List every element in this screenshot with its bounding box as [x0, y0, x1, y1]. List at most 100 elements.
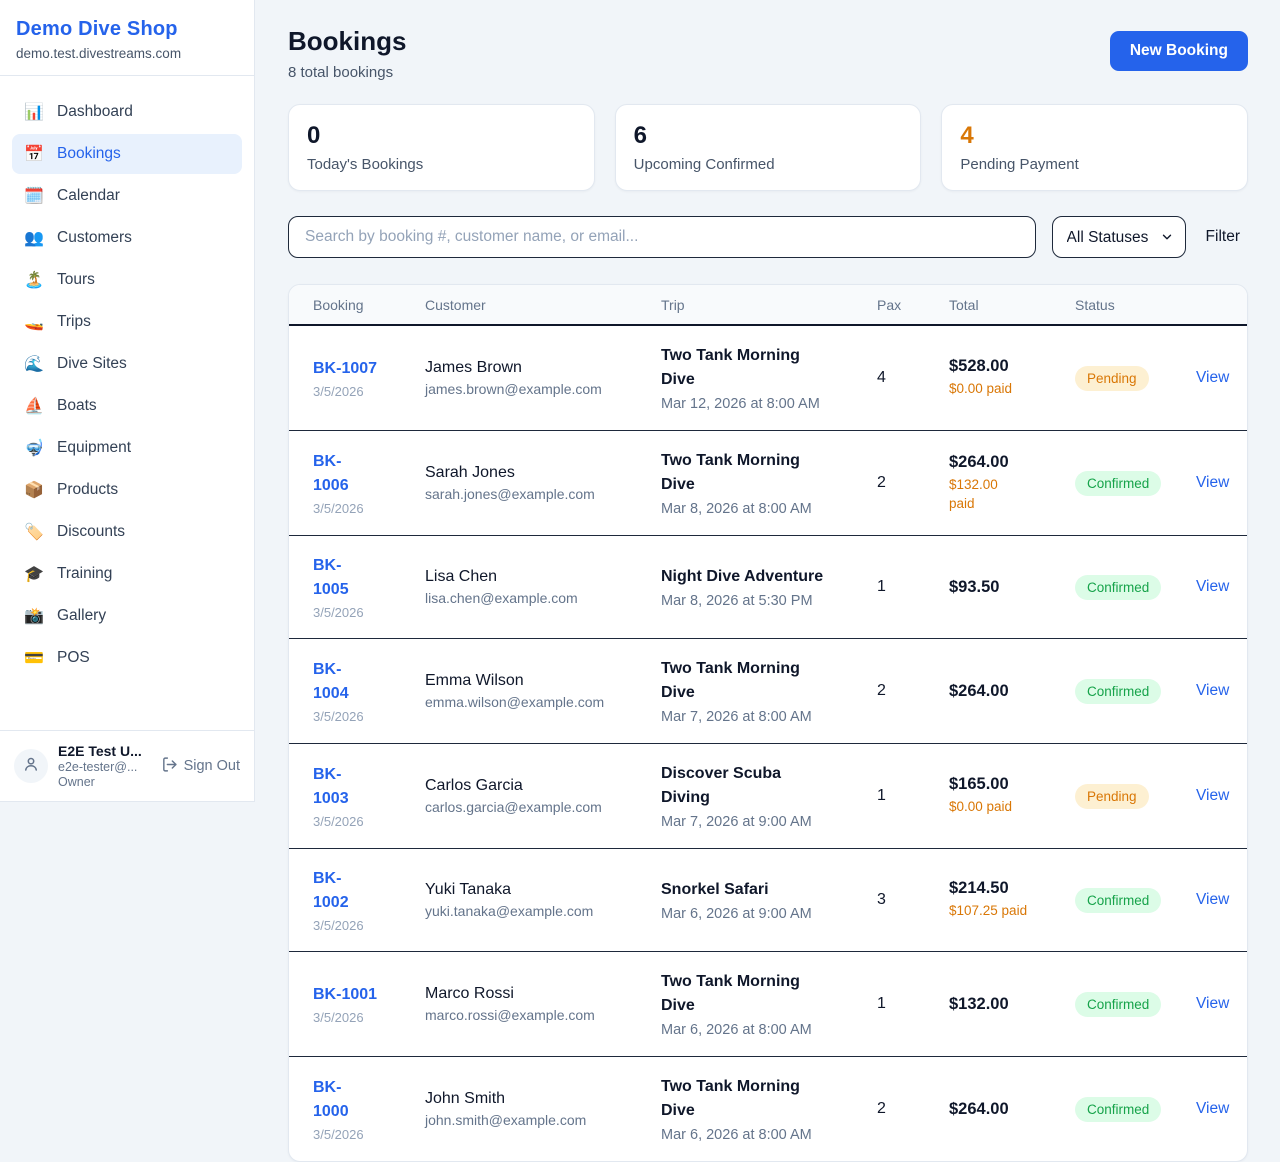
- table-row: BK- 1006 3/5/2026 Sarah Jones sarah.jone…: [289, 431, 1247, 536]
- booking-date: 3/5/2026: [313, 501, 425, 516]
- customer-name: Lisa Chen: [425, 568, 661, 586]
- search-input[interactable]: [288, 216, 1036, 258]
- view-link[interactable]: View: [1196, 578, 1229, 595]
- sidebar-item-equipment[interactable]: 🤿 Equipment: [12, 428, 242, 468]
- sidebar-item-label: Bookings: [57, 145, 121, 163]
- cell-booking: BK- 1000 3/5/2026: [313, 1076, 425, 1142]
- cell-actions: View: [1196, 891, 1231, 909]
- sidebar-item-products[interactable]: 📦 Products: [12, 470, 242, 510]
- cell-trip: Discover Scuba Diving Mar 7, 2026 at 9:0…: [661, 762, 877, 830]
- cell-total: $264.00: [949, 682, 1075, 701]
- booking-id-link[interactable]: BK-1001: [313, 983, 377, 1007]
- cell-status: Confirmed: [1075, 471, 1196, 496]
- cell-status: Confirmed: [1075, 1097, 1196, 1122]
- sidebar-item-customers[interactable]: 👥 Customers: [12, 218, 242, 258]
- sidebar-item-bookings[interactable]: 📅 Bookings: [12, 134, 242, 174]
- cell-status: Confirmed: [1075, 575, 1196, 600]
- booking-id-link[interactable]: BK- 1000: [313, 1076, 349, 1124]
- status-select[interactable]: All Statuses: [1052, 216, 1186, 258]
- cell-pax: 3: [877, 891, 949, 909]
- column-header-actions: [1196, 297, 1223, 313]
- sidebar-item-gallery[interactable]: 📸 Gallery: [12, 596, 242, 636]
- sidebar-item-dive-sites[interactable]: 🌊 Dive Sites: [12, 344, 242, 384]
- total-amount: $528.00: [949, 357, 1075, 376]
- user-name: E2E Test U...: [58, 743, 151, 759]
- sidebar-item-tours[interactable]: 🏝️ Tours: [12, 260, 242, 300]
- cell-actions: View: [1196, 474, 1231, 492]
- cell-booking: BK- 1003 3/5/2026: [313, 763, 425, 829]
- trip-name: Two Tank Morning Dive: [661, 344, 877, 392]
- page-header-titles: Bookings 8 total bookings: [288, 26, 406, 81]
- brand-block: Demo Dive Shop demo.test.divestreams.com: [0, 0, 254, 76]
- cell-booking: BK-1007 3/5/2026: [313, 357, 425, 399]
- trip-name: Two Tank Morning Dive: [661, 1075, 877, 1123]
- booking-id-link[interactable]: BK-1007: [313, 357, 377, 381]
- cell-total: $264.00: [949, 1100, 1075, 1119]
- booking-id-link[interactable]: BK- 1002: [313, 867, 349, 915]
- tag-icon: 🏷️: [24, 522, 44, 542]
- cell-customer: John Smith john.smith@example.com: [425, 1090, 661, 1128]
- view-link[interactable]: View: [1196, 995, 1229, 1012]
- booking-id-link[interactable]: BK- 1004: [313, 658, 349, 706]
- new-booking-button[interactable]: New Booking: [1110, 31, 1248, 71]
- view-link[interactable]: View: [1196, 787, 1229, 804]
- view-link[interactable]: View: [1196, 1100, 1229, 1117]
- sidebar-item-discounts[interactable]: 🏷️ Discounts: [12, 512, 242, 552]
- booking-id-link[interactable]: BK- 1005: [313, 554, 349, 602]
- view-link[interactable]: View: [1196, 682, 1229, 699]
- view-link[interactable]: View: [1196, 891, 1229, 908]
- sidebar-item-training[interactable]: 🎓 Training: [12, 554, 242, 594]
- booking-date: 3/5/2026: [313, 605, 425, 620]
- status-badge: Pending: [1075, 784, 1149, 809]
- total-amount: $264.00: [949, 453, 1075, 472]
- customer-email: lisa.chen@example.com: [425, 590, 661, 606]
- status-badge: Pending: [1075, 366, 1149, 391]
- sidebar-item-trips[interactable]: 🚤 Trips: [12, 302, 242, 342]
- trip-name: Night Dive Adventure: [661, 565, 877, 589]
- cell-total: $93.50: [949, 578, 1075, 597]
- total-amount: $264.00: [949, 1100, 1075, 1119]
- package-icon: 📦: [24, 480, 44, 500]
- cell-customer: Carlos Garcia carlos.garcia@example.com: [425, 777, 661, 815]
- person-icon: [22, 755, 40, 778]
- cell-pax: 1: [877, 787, 949, 805]
- stat-value: 6: [634, 122, 903, 150]
- booking-id-link[interactable]: BK- 1003: [313, 763, 349, 811]
- cell-customer: Emma Wilson emma.wilson@example.com: [425, 672, 661, 710]
- booking-id-link[interactable]: BK- 1006: [313, 450, 349, 498]
- sidebar-item-pos[interactable]: 💳 POS: [12, 638, 242, 678]
- trip-name: Discover Scuba Diving: [661, 762, 877, 810]
- island-icon: 🏝️: [24, 270, 44, 290]
- trip-datetime: Mar 8, 2026 at 5:30 PM: [661, 593, 877, 609]
- sidebar-item-calendar[interactable]: 🗓️ Calendar: [12, 176, 242, 216]
- brand-name: Demo Dive Shop: [16, 18, 238, 41]
- sailboat-icon: ⛵: [24, 396, 44, 416]
- cell-trip: Two Tank Morning Dive Mar 8, 2026 at 8:0…: [661, 449, 877, 517]
- stat-value: 4: [960, 122, 1229, 150]
- status-badge: Confirmed: [1075, 1097, 1161, 1122]
- booking-date: 3/5/2026: [313, 1010, 425, 1025]
- cell-pax: 2: [877, 682, 949, 700]
- column-header-trip: Trip: [661, 297, 877, 313]
- main-content: Bookings 8 total bookings New Booking 0 …: [255, 0, 1280, 1162]
- trip-datetime: Mar 7, 2026 at 9:00 AM: [661, 814, 877, 830]
- sidebar-item-boats[interactable]: ⛵ Boats: [12, 386, 242, 426]
- total-amount: $214.50: [949, 879, 1075, 898]
- table-header-row: Booking Customer Trip Pax Total Status: [289, 285, 1247, 326]
- people-icon: 👥: [24, 228, 44, 248]
- view-link[interactable]: View: [1196, 369, 1229, 386]
- cell-total: $264.00 $132.00 paid: [949, 453, 1075, 514]
- cell-actions: View: [1196, 682, 1231, 700]
- stat-card: 4 Pending Payment: [941, 104, 1248, 191]
- cell-pax: 1: [877, 995, 949, 1013]
- app-root: Demo Dive Shop demo.test.divestreams.com…: [0, 0, 1280, 1162]
- sign-out-button[interactable]: Sign Out: [161, 756, 240, 777]
- page-title: Bookings: [288, 26, 406, 57]
- sidebar-item-dashboard[interactable]: 📊 Dashboard: [12, 92, 242, 132]
- filter-button[interactable]: Filter: [1206, 228, 1240, 246]
- view-link[interactable]: View: [1196, 474, 1229, 491]
- brand-domain: demo.test.divestreams.com: [16, 46, 238, 61]
- table-row: BK- 1003 3/5/2026 Carlos Garcia carlos.g…: [289, 744, 1247, 849]
- status-badge: Confirmed: [1075, 471, 1161, 496]
- cell-booking: BK- 1002 3/5/2026: [313, 867, 425, 933]
